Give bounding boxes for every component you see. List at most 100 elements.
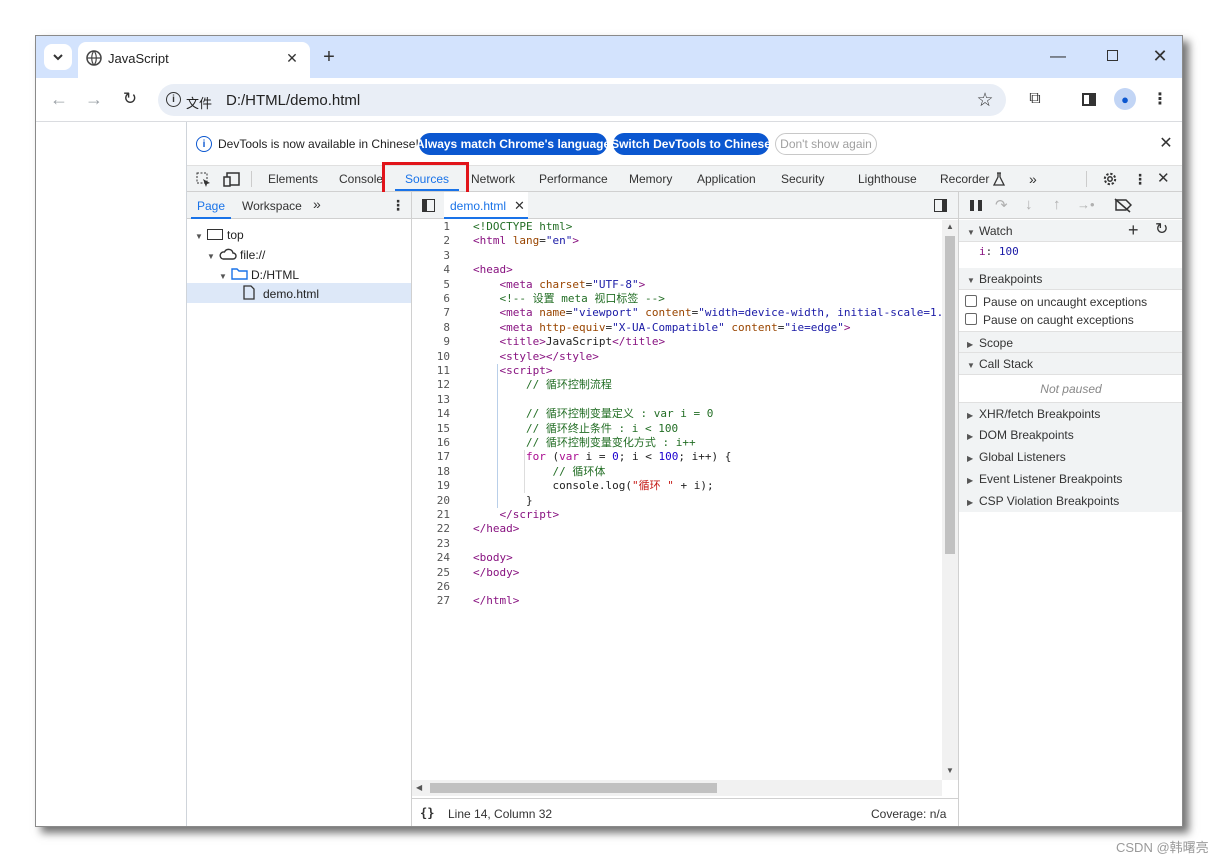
tab-elements[interactable]: Elements xyxy=(268,166,318,192)
line-number[interactable]: 21 xyxy=(412,508,450,522)
h-scroll-thumb[interactable] xyxy=(430,783,717,793)
tree-item-file[interactable]: ▼ file:// xyxy=(207,245,265,265)
scroll-thumb[interactable] xyxy=(945,236,955,554)
line-number[interactable]: 1 xyxy=(412,220,450,234)
navigator-menu-icon[interactable]: ⋮ xyxy=(391,197,405,214)
more-navigator-tabs-icon[interactable]: » xyxy=(313,196,321,212)
line-number[interactable]: 7 xyxy=(412,306,450,320)
pause-resume-icon[interactable] xyxy=(970,200,982,211)
dom-breakpoints-header[interactable]: ▶ DOM Breakpoints xyxy=(959,424,1182,446)
toggle-navigator-icon[interactable] xyxy=(422,199,435,212)
csp-breakpoints-header[interactable]: ▶ CSP Violation Breakpoints xyxy=(959,490,1182,512)
scroll-up-arrow-icon[interactable]: ▲ xyxy=(946,222,954,231)
line-number[interactable]: 13 xyxy=(412,393,450,407)
new-tab-button[interactable]: + xyxy=(318,46,340,68)
line-number[interactable]: 25 xyxy=(412,566,450,580)
address-bar[interactable]: i 文件 D:/HTML/demo.html ☆ xyxy=(158,84,1006,116)
close-tab-icon[interactable]: ✕ xyxy=(282,48,302,68)
extensions-icon[interactable]: ⧉ xyxy=(1024,88,1046,110)
callstack-section-header[interactable]: ▼ Call Stack xyxy=(959,353,1182,375)
scope-section-header[interactable]: ▶ Scope xyxy=(959,331,1182,353)
line-number[interactable]: 16 xyxy=(412,436,450,450)
scroll-left-arrow-icon[interactable]: ◀ xyxy=(416,783,422,792)
maximize-button[interactable] xyxy=(1107,50,1118,61)
close-window-button[interactable]: ✕ xyxy=(1148,45,1172,67)
line-number[interactable]: 4 xyxy=(412,263,450,277)
tab-workspace[interactable]: Workspace xyxy=(242,199,302,213)
line-number[interactable]: 20 xyxy=(412,494,450,508)
match-language-button[interactable]: Always match Chrome's language xyxy=(416,133,610,155)
dont-show-button[interactable]: Don't show again xyxy=(775,133,877,155)
tree-item-folder[interactable]: ▼ D:/HTML xyxy=(219,265,299,285)
tree-item-top[interactable]: ▼ top xyxy=(195,225,244,245)
minimize-button[interactable]: — xyxy=(1046,46,1070,68)
breakpoints-section-header[interactable]: ▼ Breakpoints xyxy=(959,268,1182,290)
tree-item-document[interactable]: demo.html xyxy=(243,284,319,304)
tab-memory[interactable]: Memory xyxy=(629,166,672,192)
line-number[interactable]: 5 xyxy=(412,278,450,292)
browser-tab[interactable]: JavaScript ✕ xyxy=(78,42,310,78)
line-number[interactable]: 24 xyxy=(412,551,450,565)
watch-expression[interactable]: i: 100 xyxy=(979,245,1019,258)
line-number[interactable]: 2 xyxy=(412,234,450,248)
close-devtools-icon[interactable]: ✕ xyxy=(1157,166,1170,192)
settings-gear-icon[interactable] xyxy=(1102,171,1118,187)
reload-button[interactable]: ↻ xyxy=(119,88,141,110)
line-number[interactable]: 9 xyxy=(412,335,450,349)
more-tabs-icon[interactable]: » xyxy=(1029,166,1037,192)
line-number[interactable]: 22 xyxy=(412,522,450,536)
devtools-menu-icon[interactable]: ⋮ xyxy=(1133,166,1147,192)
add-watch-icon[interactable]: + xyxy=(1128,220,1139,240)
bookmark-star-icon[interactable]: ☆ xyxy=(974,89,996,111)
tab-page[interactable]: Page xyxy=(197,199,225,213)
event-listener-breakpoints-header[interactable]: ▶ Event Listener Breakpoints xyxy=(959,468,1182,490)
tab-security[interactable]: Security xyxy=(781,166,824,192)
refresh-watch-icon[interactable]: ↻ xyxy=(1155,220,1168,240)
tab-network[interactable]: Network xyxy=(471,166,515,192)
global-listeners-header[interactable]: ▶ Global Listeners xyxy=(959,446,1182,468)
line-number[interactable]: 3 xyxy=(412,249,450,263)
line-number[interactable]: 19 xyxy=(412,479,450,493)
tab-performance[interactable]: Performance xyxy=(539,166,608,192)
scroll-down-arrow-icon[interactable]: ▼ xyxy=(946,766,954,775)
profile-avatar-icon[interactable]: ● xyxy=(1114,88,1136,110)
pretty-print-icon[interactable]: {} xyxy=(420,806,434,820)
line-number[interactable]: 23 xyxy=(412,537,450,551)
tab-application[interactable]: Application xyxy=(697,166,756,192)
line-number[interactable]: 27 xyxy=(412,594,450,608)
line-number[interactable]: 14 xyxy=(412,407,450,421)
close-file-icon[interactable]: ✕ xyxy=(514,198,525,214)
watch-section-header[interactable]: ▼ Watch xyxy=(959,220,1182,242)
forward-button[interactable]: → xyxy=(83,88,105,110)
back-button[interactable]: ← xyxy=(48,88,70,110)
tab-search-button[interactable] xyxy=(44,44,72,70)
tab-lighthouse[interactable]: Lighthouse xyxy=(858,166,917,192)
pause-uncaught-checkbox[interactable] xyxy=(965,295,977,307)
device-toolbar-icon[interactable] xyxy=(223,172,241,187)
side-panel-icon[interactable] xyxy=(1082,93,1096,106)
code-area[interactable]: 1 2 3 4 5 6 7 8 9 10 11 12 13 14 15 16 17 18 19 20 21 22 23 24 2… xyxy=(412,220,942,780)
line-number[interactable]: 18 xyxy=(412,465,450,479)
horizontal-scrollbar[interactable]: ◀ xyxy=(412,780,942,796)
line-number[interactable]: 12 xyxy=(412,378,450,392)
line-number[interactable]: 15 xyxy=(412,422,450,436)
vertical-scrollbar[interactable]: ▲ ▼ xyxy=(942,220,958,780)
switch-chinese-button[interactable]: Switch DevTools to Chinese xyxy=(611,133,771,155)
chrome-menu-icon[interactable]: ⋮ xyxy=(1150,88,1170,110)
close-infobar-icon[interactable]: ✕ xyxy=(1157,134,1175,152)
editor-file-tab[interactable]: demo.html xyxy=(450,199,506,213)
line-number[interactable]: 11 xyxy=(412,364,450,378)
inspect-element-icon[interactable] xyxy=(196,172,212,187)
tab-recorder[interactable]: Recorder xyxy=(940,166,989,192)
deactivate-breakpoints-icon[interactable] xyxy=(1114,198,1132,213)
url-text[interactable]: D:/HTML/demo.html xyxy=(226,92,360,109)
line-number[interactable]: 17 xyxy=(412,450,450,464)
xhr-breakpoints-header[interactable]: ▶ XHR/fetch Breakpoints xyxy=(959,402,1182,424)
line-number[interactable]: 8 xyxy=(412,321,450,335)
line-number[interactable]: 26 xyxy=(412,580,450,594)
toggle-debugger-icon[interactable] xyxy=(934,199,947,212)
pause-caught-checkbox[interactable] xyxy=(965,313,977,325)
line-number[interactable]: 10 xyxy=(412,350,450,364)
tab-console[interactable]: Console xyxy=(339,166,383,192)
line-number[interactable]: 6 xyxy=(412,292,450,306)
